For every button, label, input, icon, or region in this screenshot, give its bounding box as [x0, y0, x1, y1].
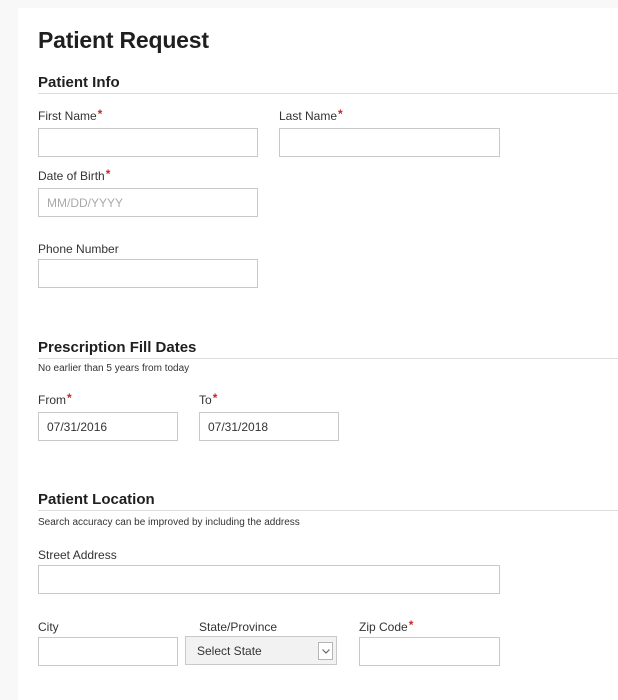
street-address-label: Street Address: [38, 548, 117, 562]
section-divider-patient-location: [38, 510, 618, 511]
state-province-select[interactable]: Select State: [185, 636, 337, 665]
state-select-value: Select State: [197, 644, 262, 658]
patient-request-form: Patient Request Patient Info First Name*…: [18, 8, 618, 700]
section-title-patient-info: Patient Info: [38, 74, 120, 91]
first-name-input[interactable]: [38, 128, 258, 157]
required-marker: *: [212, 391, 218, 405]
location-note: Search accuracy can be improved by inclu…: [38, 517, 300, 528]
required-marker: *: [105, 167, 111, 181]
phone-number-label: Phone Number: [38, 242, 119, 256]
date-of-birth-label: Date of Birth*: [38, 167, 111, 183]
section-title-patient-location: Patient Location: [38, 491, 155, 508]
section-title-prescription-fill-dates: Prescription Fill Dates: [38, 339, 197, 356]
page-title: Patient Request: [38, 27, 209, 53]
date-of-birth-label-text: Date of Birth: [38, 169, 105, 183]
last-name-input[interactable]: [279, 128, 500, 157]
from-date-label: From*: [38, 391, 72, 407]
first-name-label: First Name*: [38, 107, 103, 123]
required-marker: *: [408, 618, 414, 632]
dropdown-button[interactable]: [318, 642, 333, 660]
to-date-label: To*: [199, 391, 218, 407]
first-name-label-text: First Name: [38, 109, 97, 123]
zip-code-label-text: Zip Code: [359, 620, 408, 634]
state-province-label: State/Province: [199, 620, 278, 634]
city-label: City: [38, 620, 59, 634]
to-date-input[interactable]: [199, 412, 339, 441]
zip-code-input[interactable]: [359, 637, 500, 666]
section-divider-patient-info: [38, 93, 618, 94]
required-marker: *: [67, 391, 72, 405]
street-address-input[interactable]: [38, 565, 500, 594]
chevron-down-icon: [322, 649, 330, 654]
last-name-label: Last Name*: [279, 107, 343, 123]
city-input[interactable]: [38, 637, 178, 666]
date-of-birth-input[interactable]: [38, 188, 258, 217]
required-marker: *: [97, 107, 103, 121]
to-date-label-text: To: [199, 393, 212, 407]
last-name-label-text: Last Name: [279, 109, 338, 123]
required-marker: *: [338, 107, 343, 121]
from-date-input[interactable]: [38, 412, 178, 441]
section-divider-prescription-fill-dates: [38, 358, 618, 359]
phone-number-input[interactable]: [38, 259, 258, 288]
zip-code-label: Zip Code*: [359, 618, 414, 634]
fill-dates-note: No earlier than 5 years from today: [38, 363, 190, 374]
from-date-label-text: From: [38, 393, 66, 407]
page-background: Patient Request Patient Info First Name*…: [0, 0, 618, 700]
